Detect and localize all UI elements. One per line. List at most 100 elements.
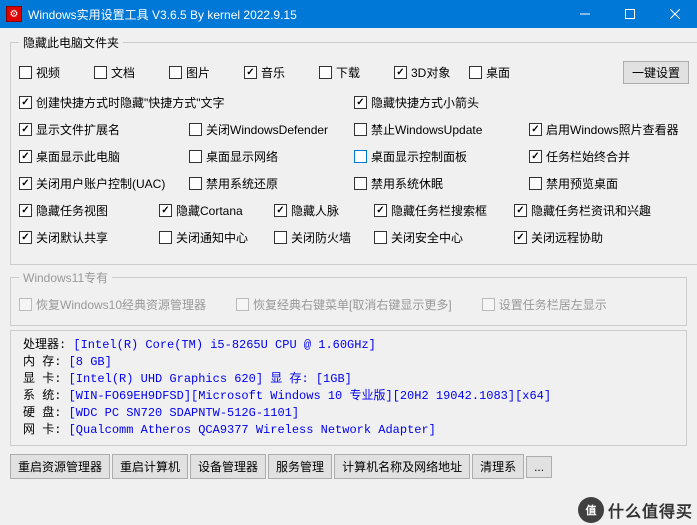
setting-checkbox[interactable]: 隐藏任务视图 bbox=[19, 202, 108, 219]
setting-checkbox[interactable]: 关闭通知中心 bbox=[159, 229, 248, 246]
setting-checkbox[interactable]: 关闭WindowsDefender bbox=[189, 121, 328, 138]
sysinfo-group: 处理器: [Intel(R) Core(TM) i5-8265U CPU @ 1… bbox=[10, 330, 687, 446]
setting-checkbox[interactable]: 创建快捷方式时隐藏"快捷方式"文字 bbox=[19, 94, 225, 111]
watermark-icon: 值 bbox=[578, 497, 604, 523]
setting-checkbox[interactable]: 桌面显示网络 bbox=[189, 148, 278, 165]
footer-button-0[interactable]: 重启资源管理器 bbox=[10, 454, 110, 479]
checkbox-icon bbox=[274, 204, 287, 217]
titlebar: ⚙ Windows实用设置工具 V3.6.5 By kernel 2022.9.… bbox=[0, 0, 697, 28]
setting-checkbox[interactable]: 隐藏任务栏资讯和兴趣 bbox=[514, 202, 651, 219]
window-title: Windows实用设置工具 V3.6.5 By kernel 2022.9.15 bbox=[28, 6, 562, 23]
checkbox-label: 关闭通知中心 bbox=[176, 229, 248, 246]
checkbox-icon bbox=[354, 150, 367, 163]
setting-checkbox[interactable]: 禁止WindowsUpdate bbox=[354, 121, 482, 138]
sysinfo-line: 系 统: [WIN-FO69EH9DFSD][Microsoft Windows… bbox=[23, 388, 674, 405]
hide-folders-group: 隐藏此电脑文件夹 视频文档图片音乐下载3D对象桌面一键设置 创建快捷方式时隐藏"… bbox=[10, 34, 697, 265]
setting-checkbox[interactable]: 禁用系统还原 bbox=[189, 175, 278, 192]
checkbox-icon bbox=[514, 231, 527, 244]
checkbox-icon bbox=[394, 66, 407, 79]
checkbox-label: 隐藏任务栏搜索框 bbox=[391, 202, 487, 219]
folder-checkbox-5[interactable]: 3D对象 bbox=[394, 64, 469, 81]
checkbox-label: 关闭防火墙 bbox=[291, 229, 351, 246]
footer-button-1[interactable]: 重启计算机 bbox=[112, 454, 188, 479]
checkbox-label: 关闭用户账户控制(UAC) bbox=[36, 175, 165, 192]
checkbox-icon bbox=[19, 66, 32, 79]
checkbox-label: 隐藏Cortana bbox=[176, 202, 243, 219]
checkbox-label: 音乐 bbox=[261, 64, 285, 81]
setting-checkbox[interactable]: 关闭防火墙 bbox=[274, 229, 351, 246]
checkbox-icon bbox=[374, 231, 387, 244]
checkbox-icon bbox=[19, 123, 32, 136]
sysinfo-line: 网 卡: [Qualcomm Atheros QCA9377 Wireless … bbox=[23, 422, 674, 439]
setting-checkbox[interactable]: 关闭默认共享 bbox=[19, 229, 108, 246]
folder-checkbox-1[interactable]: 文档 bbox=[94, 64, 169, 81]
checkbox-icon bbox=[94, 66, 107, 79]
checkbox-label: 任务栏始终合并 bbox=[546, 148, 630, 165]
win11-group: Windows11专有 恢复Windows10经典资源管理器恢复经典右键菜单[取… bbox=[10, 269, 687, 326]
folder-checkbox-3[interactable]: 音乐 bbox=[244, 64, 319, 81]
close-button[interactable] bbox=[652, 0, 697, 28]
footer-button-2[interactable]: 设备管理器 bbox=[190, 454, 266, 479]
setting-checkbox[interactable]: 隐藏快捷方式小箭头 bbox=[354, 94, 479, 111]
checkbox-icon bbox=[236, 298, 249, 311]
watermark: 值 什么值得买 bbox=[578, 497, 693, 523]
checkbox-label: 启用Windows照片查看器 bbox=[546, 121, 679, 138]
setting-checkbox[interactable]: 隐藏Cortana bbox=[159, 202, 243, 219]
checkbox-icon bbox=[19, 231, 32, 244]
folder-checkbox-4[interactable]: 下载 bbox=[319, 64, 394, 81]
setting-checkbox[interactable]: 桌面显示控制面板 bbox=[354, 148, 467, 165]
setting-checkbox[interactable]: 关闭安全中心 bbox=[374, 229, 463, 246]
checkbox-icon bbox=[514, 204, 527, 217]
maximize-button[interactable] bbox=[607, 0, 652, 28]
checkbox-label: 关闭远程协助 bbox=[531, 229, 603, 246]
checkbox-label: 恢复Windows10经典资源管理器 bbox=[36, 296, 206, 313]
setting-checkbox[interactable]: 启用Windows照片查看器 bbox=[529, 121, 679, 138]
minimize-button[interactable] bbox=[562, 0, 607, 28]
folder-checkbox-6[interactable]: 桌面 bbox=[469, 64, 544, 81]
checkbox-label: 隐藏任务视图 bbox=[36, 202, 108, 219]
win11-checkbox: 恢复Windows10经典资源管理器 bbox=[19, 296, 206, 313]
checkbox-icon bbox=[169, 66, 182, 79]
checkbox-label: 下载 bbox=[336, 64, 360, 81]
checkbox-label: 创建快捷方式时隐藏"快捷方式"文字 bbox=[36, 94, 225, 111]
checkbox-icon bbox=[469, 66, 482, 79]
checkbox-label: 禁用预览桌面 bbox=[546, 175, 618, 192]
setting-checkbox[interactable]: 任务栏始终合并 bbox=[529, 148, 630, 165]
checkbox-label: 桌面 bbox=[486, 64, 510, 81]
group-legend-win11: Windows11专有 bbox=[19, 269, 112, 286]
checkbox-label: 3D对象 bbox=[411, 64, 450, 81]
setting-checkbox[interactable]: 隐藏任务栏搜索框 bbox=[374, 202, 487, 219]
footer-button-4[interactable]: 计算机名称及网络地址 bbox=[334, 454, 470, 479]
sysinfo-line: 处理器: [Intel(R) Core(TM) i5-8265U CPU @ 1… bbox=[23, 337, 674, 354]
setting-checkbox[interactable]: 隐藏人脉 bbox=[274, 202, 339, 219]
checkbox-icon bbox=[529, 150, 542, 163]
sysinfo-line: 显 卡: [Intel(R) UHD Graphics 620] 显 存: [1… bbox=[23, 371, 674, 388]
footer-button-6[interactable]: ... bbox=[526, 456, 552, 478]
checkbox-icon bbox=[159, 204, 172, 217]
footer-button-3[interactable]: 服务管理 bbox=[268, 454, 332, 479]
checkbox-icon bbox=[274, 231, 287, 244]
setting-checkbox[interactable]: 禁用预览桌面 bbox=[529, 175, 618, 192]
checkbox-icon bbox=[159, 231, 172, 244]
sysinfo-line: 内 存: [8 GB] bbox=[23, 354, 674, 371]
checkbox-icon bbox=[374, 204, 387, 217]
checkbox-label: 关闭WindowsDefender bbox=[206, 121, 328, 138]
setting-checkbox[interactable]: 关闭远程协助 bbox=[514, 229, 603, 246]
setting-checkbox[interactable]: 关闭用户账户控制(UAC) bbox=[19, 175, 165, 192]
checkbox-label: 桌面显示控制面板 bbox=[371, 148, 467, 165]
checkbox-icon bbox=[189, 150, 202, 163]
checkbox-icon bbox=[529, 123, 542, 136]
setting-checkbox[interactable]: 桌面显示此电脑 bbox=[19, 148, 120, 165]
folder-checkbox-2[interactable]: 图片 bbox=[169, 64, 244, 81]
checkbox-label: 隐藏任务栏资讯和兴趣 bbox=[531, 202, 651, 219]
checkbox-icon bbox=[354, 177, 367, 190]
setting-checkbox[interactable]: 禁用系统休眠 bbox=[354, 175, 443, 192]
checkbox-label: 关闭默认共享 bbox=[36, 229, 108, 246]
setting-checkbox[interactable]: 显示文件扩展名 bbox=[19, 121, 120, 138]
checkbox-icon bbox=[189, 177, 202, 190]
one-click-set-button[interactable]: 一键设置 bbox=[623, 61, 689, 84]
footer-button-5[interactable]: 清理系 bbox=[472, 454, 524, 479]
checkbox-label: 隐藏快捷方式小箭头 bbox=[371, 94, 479, 111]
checkbox-label: 桌面显示此电脑 bbox=[36, 148, 120, 165]
folder-checkbox-0[interactable]: 视频 bbox=[19, 64, 94, 81]
